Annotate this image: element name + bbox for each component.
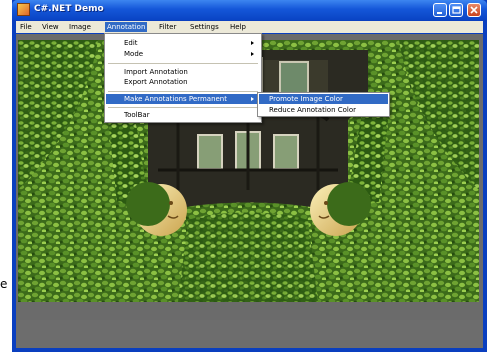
- menu-item-make-annotations-permanent[interactable]: Make Annotations Permanent: [106, 94, 260, 104]
- minimize-button[interactable]: [433, 3, 447, 17]
- close-icon: [470, 6, 478, 14]
- app-icon: [17, 3, 30, 16]
- submenu-arrow-icon: [251, 41, 254, 45]
- menu-item-mode[interactable]: Mode: [106, 49, 260, 59]
- status-area: [16, 320, 483, 348]
- menu-annotation[interactable]: Annotation: [105, 22, 148, 32]
- title-bar[interactable]: C#.NET Demo: [12, 0, 487, 20]
- menu-image[interactable]: Image: [67, 22, 93, 32]
- menu-item-import-annotation[interactable]: Import Annotation: [106, 67, 260, 77]
- menu-separator: [108, 107, 258, 108]
- menu-file[interactable]: File: [18, 22, 34, 32]
- submenu-arrow-icon: [251, 97, 254, 101]
- stray-text: e: [0, 277, 8, 291]
- maximize-button[interactable]: [449, 3, 463, 17]
- menu-help[interactable]: Help: [228, 22, 248, 32]
- maximize-icon: [452, 6, 461, 14]
- menu-bar: File View Image Annotation Filter Settin…: [16, 21, 483, 33]
- menu-separator: [108, 91, 258, 92]
- menu-settings[interactable]: Settings: [188, 22, 221, 32]
- close-button[interactable]: [467, 3, 481, 17]
- menu-filter[interactable]: Filter: [157, 22, 178, 32]
- menu-item-edit[interactable]: Edit: [106, 38, 260, 48]
- permanent-submenu: Promote Image Color Reduce Annotation Co…: [257, 92, 390, 117]
- menu-item-promote-image-color[interactable]: Promote Image Color: [259, 94, 388, 104]
- annotation-menu: Edit Mode Import Annotation Export Annot…: [104, 33, 262, 123]
- window-title: C#.NET Demo: [34, 4, 104, 14]
- menu-view[interactable]: View: [40, 22, 61, 32]
- submenu-arrow-icon: [251, 52, 254, 56]
- menu-item-export-annotation[interactable]: Export Annotation: [106, 77, 260, 87]
- menu-item-toolbar[interactable]: ToolBar: [106, 110, 260, 120]
- menu-item-reduce-annotation-color[interactable]: Reduce Annotation Color: [259, 105, 388, 115]
- menu-separator: [108, 63, 258, 64]
- minimize-icon: [437, 12, 442, 14]
